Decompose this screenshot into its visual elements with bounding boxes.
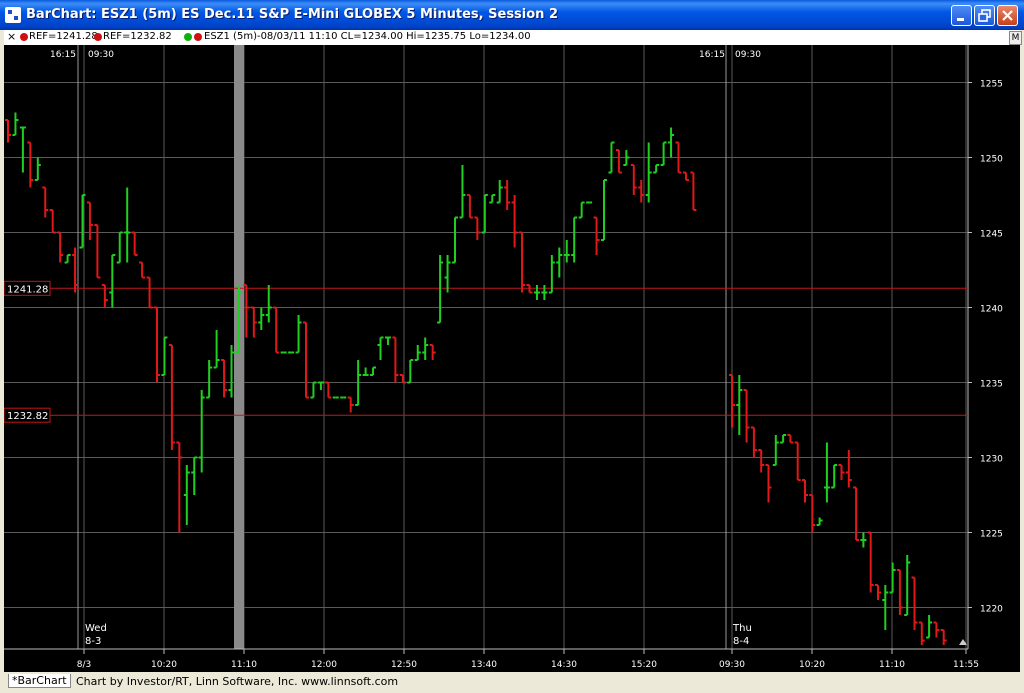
- time-tick-label: 13:40: [471, 660, 497, 670]
- time-tick-label: 10:20: [799, 660, 825, 670]
- restore-icon: [978, 9, 991, 22]
- price-tick-label: 1235: [980, 380, 1003, 390]
- ref-label-2: REF=1232.82: [103, 31, 172, 42]
- reference-label: 1241.28: [7, 284, 48, 295]
- price-chart[interactable]: 1241.28 1232.82 1255 1250 1245 1240 1235 1230 12…: [3, 45, 1020, 672]
- time-tick-label: 8/3: [77, 660, 91, 670]
- day-name-label: Thu: [732, 623, 752, 634]
- app-icon: [5, 7, 21, 23]
- price-tick-label: 1245: [980, 230, 1003, 240]
- ref-dot-icon: [20, 33, 28, 41]
- time-tick-label: 11:10: [879, 660, 905, 670]
- title-bar[interactable]: BarChart: ESZ1 (5m) ES Dec.11 S&P E-Mini…: [0, 0, 1024, 30]
- chart-tab[interactable]: *BarChart: [8, 674, 71, 688]
- chart-info-bar: × REF=1241.28 REF=1232.82 ESZ1 (5m)-08/0…: [4, 30, 1022, 46]
- session-time-label: 16:15: [699, 50, 725, 60]
- day-date-label: 8-3: [85, 636, 101, 647]
- session-time-label: 09:30: [88, 50, 114, 60]
- ref-label-1: REF=1241.28: [29, 31, 98, 42]
- time-tick-label: 09:30: [719, 660, 745, 670]
- time-tick-label: 14:30: [551, 660, 577, 670]
- marker-button[interactable]: M: [1009, 31, 1022, 45]
- price-tick-label: 1225: [980, 530, 1003, 540]
- close-button[interactable]: [997, 5, 1018, 26]
- info-close-icon[interactable]: ×: [7, 30, 16, 43]
- minimize-button[interactable]: [951, 5, 972, 26]
- symbol-dot-icon: [184, 33, 192, 41]
- window-title: BarChart: ESZ1 (5m) ES Dec.11 S&P E-Mini…: [26, 7, 559, 22]
- time-tick-label: 12:50: [391, 660, 417, 670]
- app-window: BarChart: ESZ1 (5m) ES Dec.11 S&P E-Mini…: [0, 0, 1024, 693]
- status-bar: *BarChart Chart by Investor/RT, Linn Sof…: [4, 673, 1020, 690]
- session-time-label: 16:15: [50, 50, 76, 60]
- time-tick-label: 15:20: [631, 660, 657, 670]
- day-name-label: Wed: [85, 623, 107, 634]
- time-tick-label: 12:00: [311, 660, 337, 670]
- time-tick-label: 10:20: [151, 660, 177, 670]
- close-icon: [1002, 10, 1013, 21]
- credit-text: Chart by Investor/RT, Linn Software, Inc…: [76, 675, 399, 688]
- restore-button[interactable]: [974, 5, 995, 26]
- price-tick-label: 1255: [980, 80, 1003, 90]
- day-date-label: 8-4: [733, 636, 749, 647]
- time-tick-label: 11:55: [953, 660, 979, 670]
- price-tick-label: 1220: [980, 605, 1003, 615]
- time-tick-label: 11:10: [231, 660, 257, 670]
- session-time-label: 09:30: [735, 50, 761, 60]
- price-tick-label: 1230: [980, 455, 1003, 465]
- minimize-icon: [957, 18, 964, 21]
- ref-dot-icon: [94, 33, 102, 41]
- price-tick-label: 1250: [980, 155, 1003, 165]
- symbol-quote: ESZ1 (5m)-08/03/11 11:10 CL=1234.00 Hi=1…: [204, 31, 531, 42]
- price-tick-label: 1240: [980, 305, 1003, 315]
- symbol-dot-icon: [194, 33, 202, 41]
- reference-label: 1232.82: [7, 411, 48, 422]
- chart-area[interactable]: 1241.28 1232.82 1255 1250 1245 1240 1235 1230 12…: [3, 45, 1020, 672]
